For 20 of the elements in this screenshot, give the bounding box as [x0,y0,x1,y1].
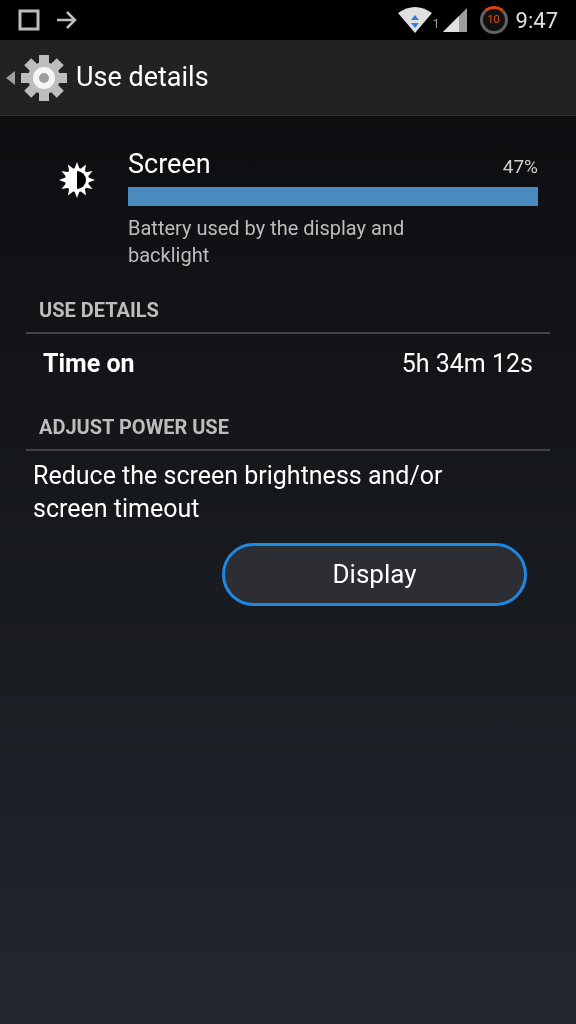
usage-percent: 47% [502,154,538,180]
page-title: Use details [76,60,209,96]
back-caret-icon [6,70,16,85]
square-icon [18,9,40,31]
usage-description: Battery used by the display and backlight [128,214,406,269]
detail-label: Time on [43,347,135,380]
arrow-icon [56,11,78,29]
usage-name: Screen [128,148,211,180]
detail-value: 5h 34m 12s [401,347,533,380]
display-button[interactable]: Display [222,542,527,606]
wifi-icon [397,7,432,33]
section-header: USE DETAILS [26,296,550,334]
sim-number: 1 [432,16,440,33]
signal-icon [442,8,467,32]
action-description: Reduce the screen brightness and/or screen timeout [32,459,444,525]
section-header: ADJUST POWER USE [26,413,550,451]
brightness-icon [59,162,95,198]
settings-icon [20,53,68,102]
clock: 9:47 [515,6,558,35]
timer-badge: 10 [479,6,508,34]
